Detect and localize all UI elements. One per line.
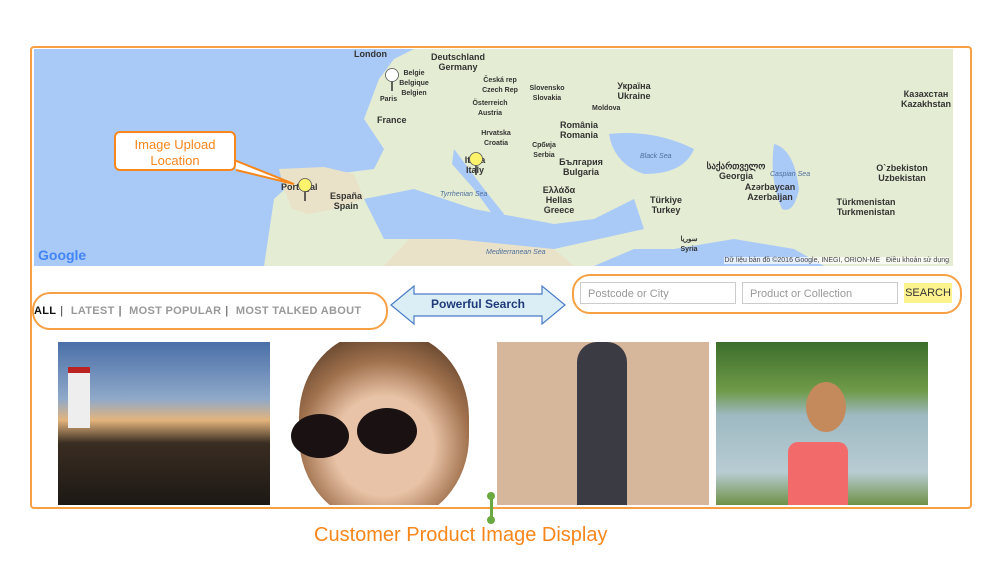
map-label: Azərbaycan Azerbaijan bbox=[744, 182, 796, 202]
attribution-text: Dữ liệu bản đồ ©2016 Google, INEGI, ORIO… bbox=[724, 257, 881, 264]
filter-most-talked-about[interactable]: MOST TALKED ABOUT bbox=[236, 305, 361, 317]
caption: Customer Product Image Display bbox=[314, 524, 608, 546]
map-label: Österreich Austria bbox=[472, 100, 508, 117]
map-attribution: Dữ liệu bản đồ ©2016 Google, INEGI, ORIO… bbox=[724, 257, 949, 264]
filter-most-popular[interactable]: MOST POPULAR bbox=[129, 305, 221, 317]
filter-latest[interactable]: LATEST bbox=[71, 305, 115, 317]
map-marker-icon[interactable] bbox=[384, 67, 400, 93]
map-label: Slovensko Slovakia bbox=[529, 85, 565, 102]
map-label: O`zbekiston Uzbekistan bbox=[876, 163, 928, 183]
sea-label: Mediterranean Sea bbox=[486, 249, 546, 256]
map-label: Česká rep Czech Rep bbox=[482, 77, 518, 94]
product-image-dress[interactable] bbox=[497, 342, 709, 505]
map-label: საქართველო Georgia bbox=[706, 161, 766, 181]
connector-dot bbox=[487, 516, 495, 524]
search-button[interactable]: SEARCH bbox=[904, 283, 952, 303]
map-label: Moldova bbox=[592, 105, 621, 112]
image-upload-callout: Image Upload Location bbox=[114, 131, 236, 171]
filter-all[interactable]: ALL bbox=[34, 305, 56, 317]
map-label: سوريا Syria bbox=[680, 236, 698, 253]
map-label: France bbox=[377, 115, 407, 125]
terms-link[interactable]: Điều khoản sử dụng bbox=[886, 257, 949, 264]
map-label: România Romania bbox=[559, 120, 598, 140]
sea-label: Caspian Sea bbox=[770, 171, 811, 178]
map-label: Türkmenistan Turkmenistan bbox=[836, 197, 896, 217]
map-label: Україна Ukraine bbox=[617, 81, 651, 101]
map-label: Србија Serbia bbox=[532, 142, 556, 159]
product-image-lighthouse[interactable] bbox=[58, 342, 270, 505]
google-logo: Google bbox=[38, 247, 87, 263]
sea-label: Black Sea bbox=[640, 153, 672, 160]
product-input[interactable]: Product or Collection bbox=[742, 282, 898, 304]
map-label: London bbox=[354, 49, 387, 59]
callout-pointer bbox=[233, 159, 295, 185]
filter-tabs: ALL | LATEST | MOST POPULAR | MOST TALKED A… bbox=[34, 305, 362, 317]
map-label: España Spain bbox=[329, 191, 362, 211]
map-marker-icon[interactable] bbox=[468, 151, 484, 177]
powerful-search-label: Powerful Search bbox=[430, 297, 526, 311]
map-label: Казахстан Kazakhstan bbox=[900, 89, 952, 109]
connector-dot bbox=[487, 492, 495, 500]
map-label: Belgie Belgique Belgien bbox=[399, 70, 429, 97]
map-label: Türkiye Turkey bbox=[649, 195, 682, 215]
map-label: България Bulgaria bbox=[559, 157, 603, 177]
map-label: Hrvatska Croatia bbox=[481, 130, 511, 147]
map-label: Paris bbox=[380, 96, 398, 103]
map-label: Ελλάδα Hellas Greece bbox=[542, 185, 576, 215]
product-image-sunglasses[interactable] bbox=[279, 342, 491, 505]
postcode-input[interactable]: Postcode or City bbox=[580, 282, 736, 304]
map-label: Deutschland Germany bbox=[430, 52, 485, 72]
sea-label: Tyrrhenian Sea bbox=[440, 191, 488, 198]
product-image-woman-lake[interactable] bbox=[716, 342, 928, 505]
